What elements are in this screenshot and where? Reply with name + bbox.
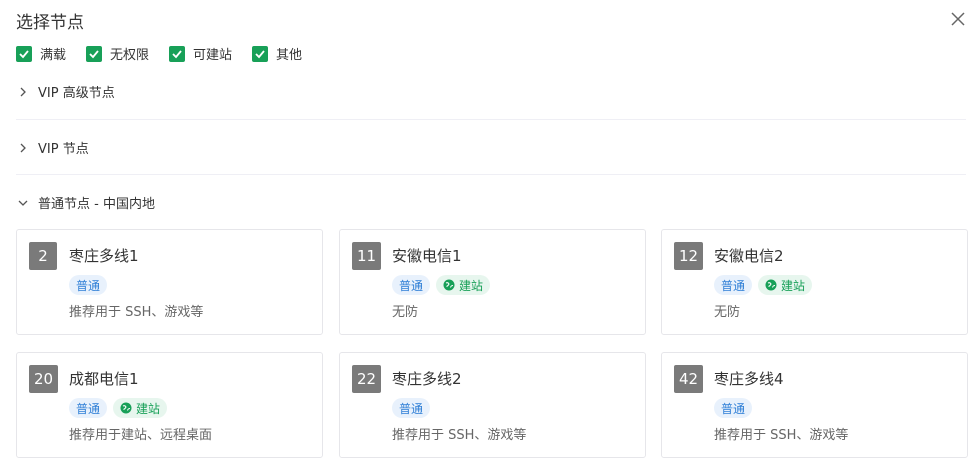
node-description: 推荐用于建站、远程桌面 [69,428,213,443]
node-name: 枣庄多线2 [392,370,462,388]
checkbox-checked-icon[interactable] [252,45,269,62]
node-card[interactable]: 22 枣庄多线2 普通 推荐用于 SSH、游戏等 [339,352,646,458]
node-description: 推荐用于 SSH、游戏等 [392,428,527,443]
node-name: 枣庄多线1 [69,247,139,265]
globe-icon [765,279,777,291]
node-card[interactable]: 12 安徽电信2 普通 建站 无防 [661,229,968,335]
node-tags: 普通 建站 [392,275,496,295]
tag-normal: 普通 [392,398,431,418]
node-number-badge: 20 [29,365,59,393]
chevron-right-icon [16,85,30,99]
node-number-badge: 42 [674,365,704,393]
tag-site-label: 建站 [136,401,161,416]
node-number-badge: 2 [29,242,57,270]
node-description: 推荐用于 SSH、游戏等 [714,428,849,443]
node-description: 无防 [392,305,419,320]
section-label: 普通节点 - 中国内地 [38,197,155,212]
filter-label: 无权限 [110,48,150,63]
tag-site: 建站 [113,398,168,418]
tag-normal: 普通 [392,275,431,295]
node-card[interactable]: 11 安徽电信1 普通 建站 无防 [339,229,646,335]
tag-site-label: 建站 [781,278,806,293]
node-card[interactable]: 2 枣庄多线1 普通 推荐用于 SSH、游戏等 [16,229,323,335]
node-number-badge: 12 [674,242,704,270]
filter-group: 满载 无权限 可建站 其他 [16,44,322,63]
filter-label: 可建站 [193,48,233,63]
close-icon[interactable] [950,11,966,27]
node-description: 无防 [714,305,741,320]
filter-label: 其他 [276,48,303,63]
node-card[interactable]: 20 成都电信1 普通 建站 推荐用于建站、远程桌面 [16,352,323,458]
tag-normal: 普通 [714,275,753,295]
checkbox-checked-icon[interactable] [16,45,32,62]
globe-icon [120,402,132,414]
dialog-title: 选择节点 [16,13,84,33]
node-card[interactable]: 42 枣庄多线4 普通 推荐用于 SSH、游戏等 [661,352,968,458]
section-normal-mainland[interactable]: 普通节点 - 中国内地 [16,193,155,212]
section-label: VIP 高级节点 [38,86,115,101]
tag-normal: 普通 [714,398,753,418]
node-name: 枣庄多线4 [714,370,784,388]
node-tags: 普通 建站 [714,275,818,295]
filter-label: 满载 [40,48,67,63]
divider [16,119,966,120]
node-name: 安徽电信2 [714,247,784,265]
section-vip[interactable]: VIP 节点 [16,138,89,157]
node-tags: 普通 建站 [69,398,173,418]
tag-site: 建站 [758,275,813,295]
tag-site-label: 建站 [459,278,484,293]
node-number-badge: 11 [352,242,382,270]
section-vip-premium[interactable]: VIP 高级节点 [16,82,115,101]
node-number-badge: 22 [352,365,382,393]
node-description: 推荐用于 SSH、游戏等 [69,305,204,320]
node-name: 安徽电信1 [392,247,462,265]
filter-can-build-site[interactable]: 可建站 [169,44,232,63]
tag-site: 建站 [436,275,491,295]
filter-no-permission[interactable]: 无权限 [86,44,149,63]
checkbox-checked-icon[interactable] [86,45,103,62]
filter-full-load[interactable]: 满载 [16,44,66,63]
chevron-right-icon [16,141,30,155]
section-label: VIP 节点 [38,142,89,157]
tag-normal: 普通 [69,398,108,418]
tag-normal: 普通 [69,275,108,295]
filter-other[interactable]: 其他 [252,44,302,63]
divider [16,174,966,175]
node-tags: 普通 [714,398,758,418]
checkbox-checked-icon[interactable] [169,45,186,62]
chevron-down-icon [16,196,30,210]
node-tags: 普通 [69,275,113,295]
node-name: 成都电信1 [69,370,139,388]
node-tags: 普通 [392,398,436,418]
globe-icon [443,279,455,291]
